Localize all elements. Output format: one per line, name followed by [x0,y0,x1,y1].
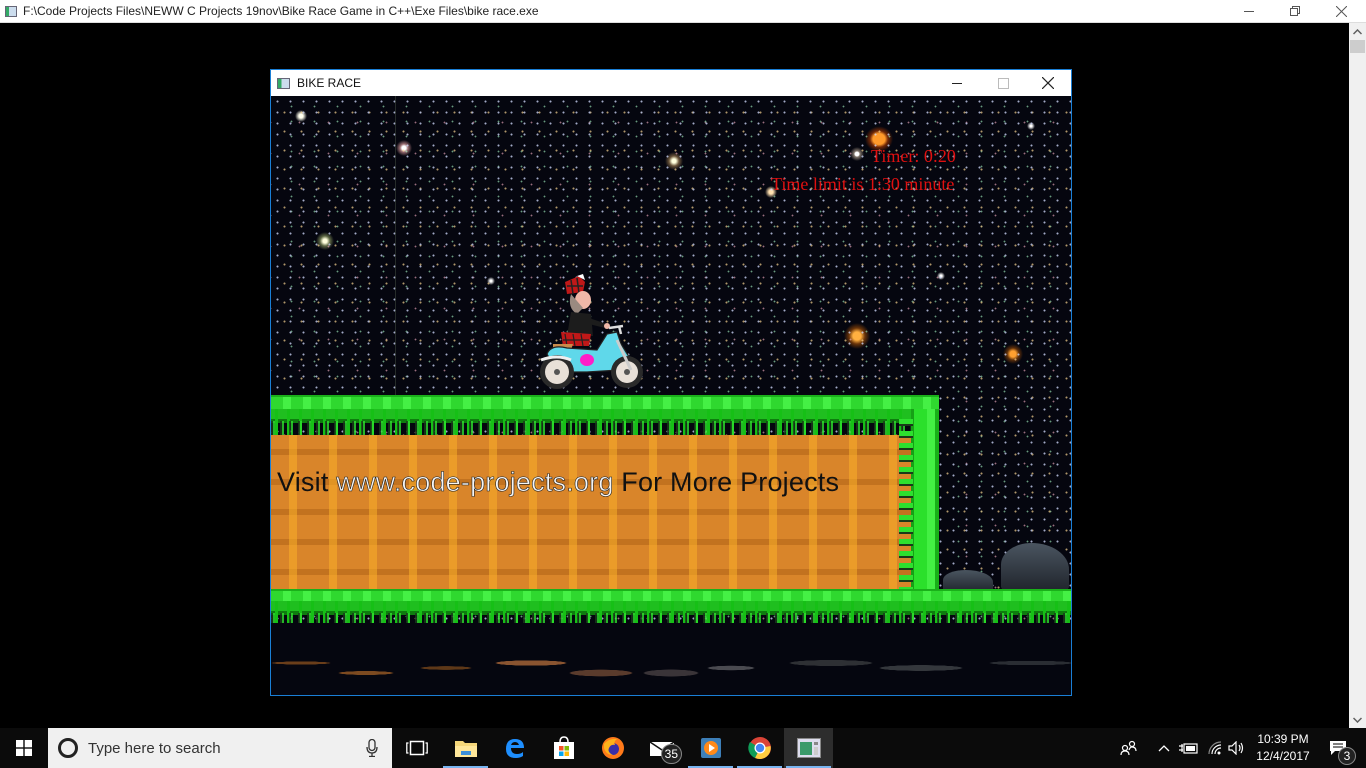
time-limit-text: Time limit is 1:30 minute [771,174,955,194]
game-window: BIKE RACE Timer: 0:20 Time limit is 1:30… [270,69,1072,696]
speaker-icon [1228,741,1244,755]
game-window-titlebar: BIKE RACE [271,70,1071,96]
search-placeholder: Type here to search [88,739,221,757]
taskbar-store[interactable] [539,728,588,768]
background-seam [395,96,396,396]
taskbar-edge[interactable] [490,728,539,768]
promo-suffix: For More Projects [613,467,840,497]
notification-count-badge: 3 [1338,747,1356,765]
show-hidden-icons-button[interactable] [1154,728,1174,768]
ground-grass-drips [271,601,1071,627]
action-center-button[interactable]: 3 [1318,728,1358,768]
timer-readout: Timer: 0:20 [871,146,956,166]
game-close-button[interactable] [1025,70,1071,96]
promo-prefix: Visit [277,467,337,497]
people-button[interactable] [1116,728,1142,768]
taskbar: Type here to search 35 10:39 PM 12/4/201… [0,728,1366,768]
network-button[interactable] [1204,728,1226,768]
close-icon [1042,77,1054,89]
task-view-button[interactable] [392,728,441,768]
cortana-icon [58,738,78,758]
outer-window-titlebar: F:\Code Projects Files\NEWW C Projects 1… [0,0,1366,23]
minimize-icon [951,82,962,84]
microphone-icon[interactable] [366,739,378,757]
minimize-button[interactable] [1226,0,1272,23]
media-player-icon [700,738,721,758]
maximize-icon [997,77,1009,89]
upper-platform-grass-drips [271,409,939,435]
vertical-scrollbar[interactable] [1349,23,1366,728]
close-icon [1335,6,1347,17]
chevron-up-icon [1158,745,1170,752]
start-button[interactable] [0,728,48,768]
volume-button[interactable] [1226,728,1248,768]
taskbar-chrome[interactable] [735,728,784,768]
taskbar-file-explorer[interactable] [441,728,490,768]
taskbar-media-player[interactable] [686,728,735,768]
taskbar-firefox[interactable] [588,728,637,768]
minimize-icon [1243,11,1254,12]
wifi-icon [1208,741,1222,755]
store-icon [553,736,574,759]
folder-icon [454,741,477,757]
scroll-up-arrow-icon[interactable] [1349,23,1366,40]
outer-window-title: F:\Code Projects Files\NEWW C Projects 1… [23,4,539,18]
battery-button[interactable] [1178,728,1200,768]
mail-unread-badge: 35 [660,744,682,764]
upper-platform-dirt [271,435,911,589]
game-maximize-button[interactable] [980,70,1026,96]
player-bike-sprite [540,274,643,389]
ground-floor [271,589,1071,695]
windows-logo-icon [16,740,32,756]
restore-icon [1289,6,1300,16]
ground-grass [271,589,1071,601]
taskbar-search-box[interactable]: Type here to search [48,728,392,768]
taskbar-bike-race[interactable] [784,728,833,768]
promo-text: Visit www.code-projects.org For More Pro… [277,467,839,498]
console-app-icon [5,5,17,17]
scroll-down-arrow-icon[interactable] [1349,711,1366,728]
promo-url: www.code-projects.org [336,467,614,498]
upper-platform-grass [271,395,939,409]
clock-time: 10:39 PM [1257,732,1309,746]
taskbar-mail[interactable]: 35 [637,728,686,768]
edge-icon [505,739,524,758]
clock-date: 12/4/2017 [1256,749,1310,763]
taskbar-clock[interactable]: 10:39 PM 12/4/2017 [1248,728,1318,768]
firefox-icon [601,737,624,759]
chrome-icon [747,737,771,760]
scrollbar-thumb[interactable] [1350,40,1365,53]
ground-rocks [271,623,1071,695]
game-app-icon [277,77,290,89]
people-icon [1120,740,1137,756]
game-window-title: BIKE RACE [297,76,362,90]
battery-charging-icon [1179,743,1198,754]
game-minimize-button[interactable] [934,70,980,96]
console-app-icon [796,738,821,758]
upper-platform-grass-wall [899,409,939,589]
restore-button[interactable] [1272,0,1318,23]
game-canvas[interactable]: Timer: 0:20 Time limit is 1:30 minute Vi… [271,96,1071,695]
close-button[interactable] [1318,0,1364,23]
task-view-icon [405,740,428,756]
